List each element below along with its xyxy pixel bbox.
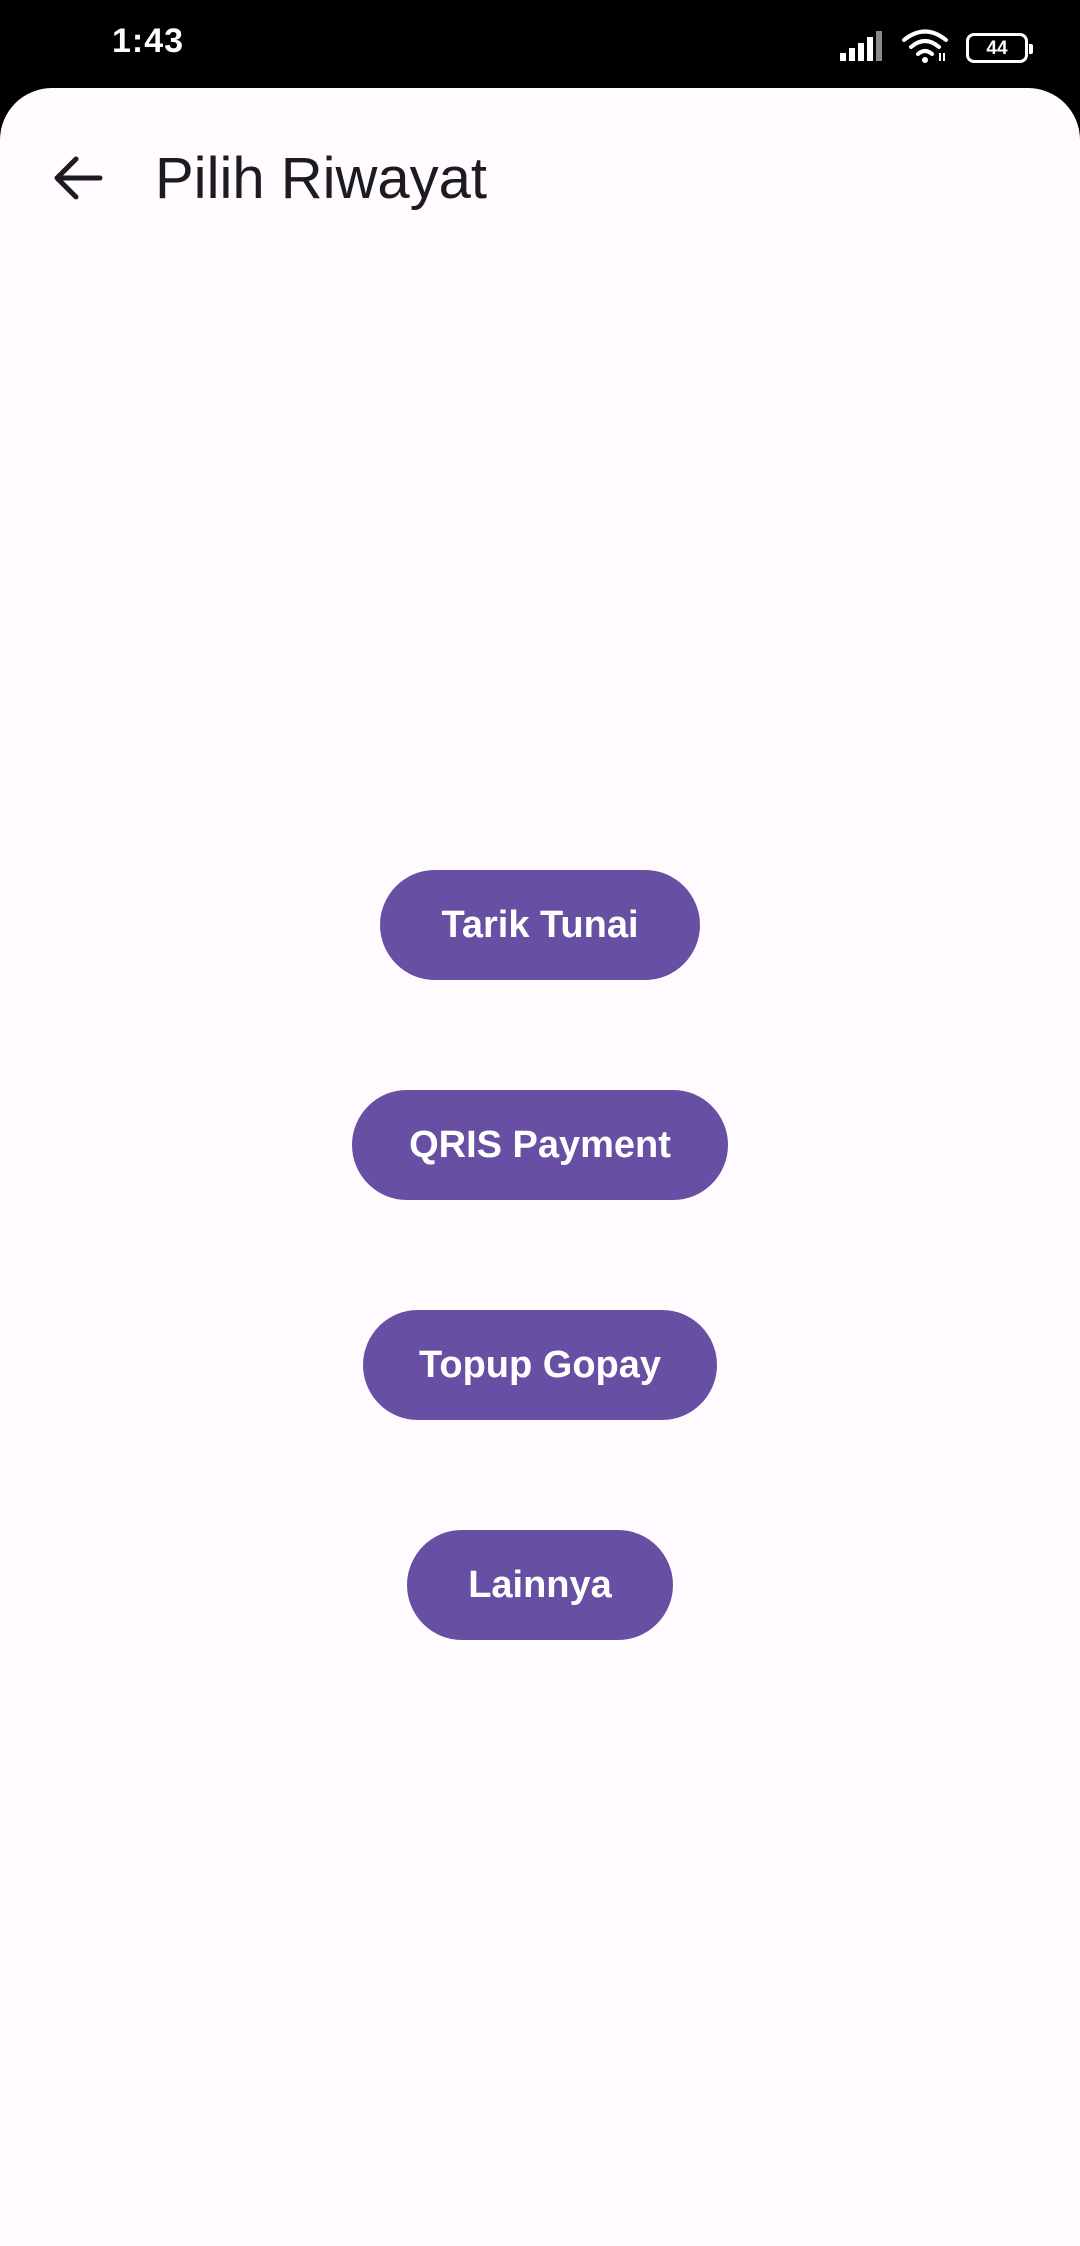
screen: Pilih Riwayat Tarik Tunai QRIS Payment T… — [0, 88, 1080, 2246]
lainnya-label: Lainnya — [468, 1563, 612, 1606]
qris-payment-button[interactable]: QRIS Payment — [352, 1090, 728, 1200]
battery-level: 44 — [986, 37, 1008, 59]
status-bar: 1:43 44 — [0, 0, 1080, 90]
topup-gopay-button[interactable]: Topup Gopay — [363, 1310, 717, 1420]
battery-icon: 44 — [966, 33, 1033, 63]
status-icons: 44 — [840, 28, 1033, 68]
status-time: 1:43 — [112, 22, 185, 60]
signal-icon — [840, 30, 884, 66]
page-title: Pilih Riwayat — [155, 146, 487, 211]
lainnya-button[interactable]: Lainnya — [407, 1530, 673, 1640]
tarik-tunai-button[interactable]: Tarik Tunai — [380, 870, 700, 980]
app-bar: Pilih Riwayat — [0, 88, 1080, 268]
wifi-icon — [902, 29, 948, 68]
tarik-tunai-label: Tarik Tunai — [441, 903, 639, 946]
back-button[interactable] — [36, 138, 120, 222]
arrow-left-icon — [52, 155, 104, 206]
topup-gopay-label: Topup Gopay — [418, 1343, 662, 1386]
qris-payment-label: QRIS Payment — [409, 1123, 671, 1166]
